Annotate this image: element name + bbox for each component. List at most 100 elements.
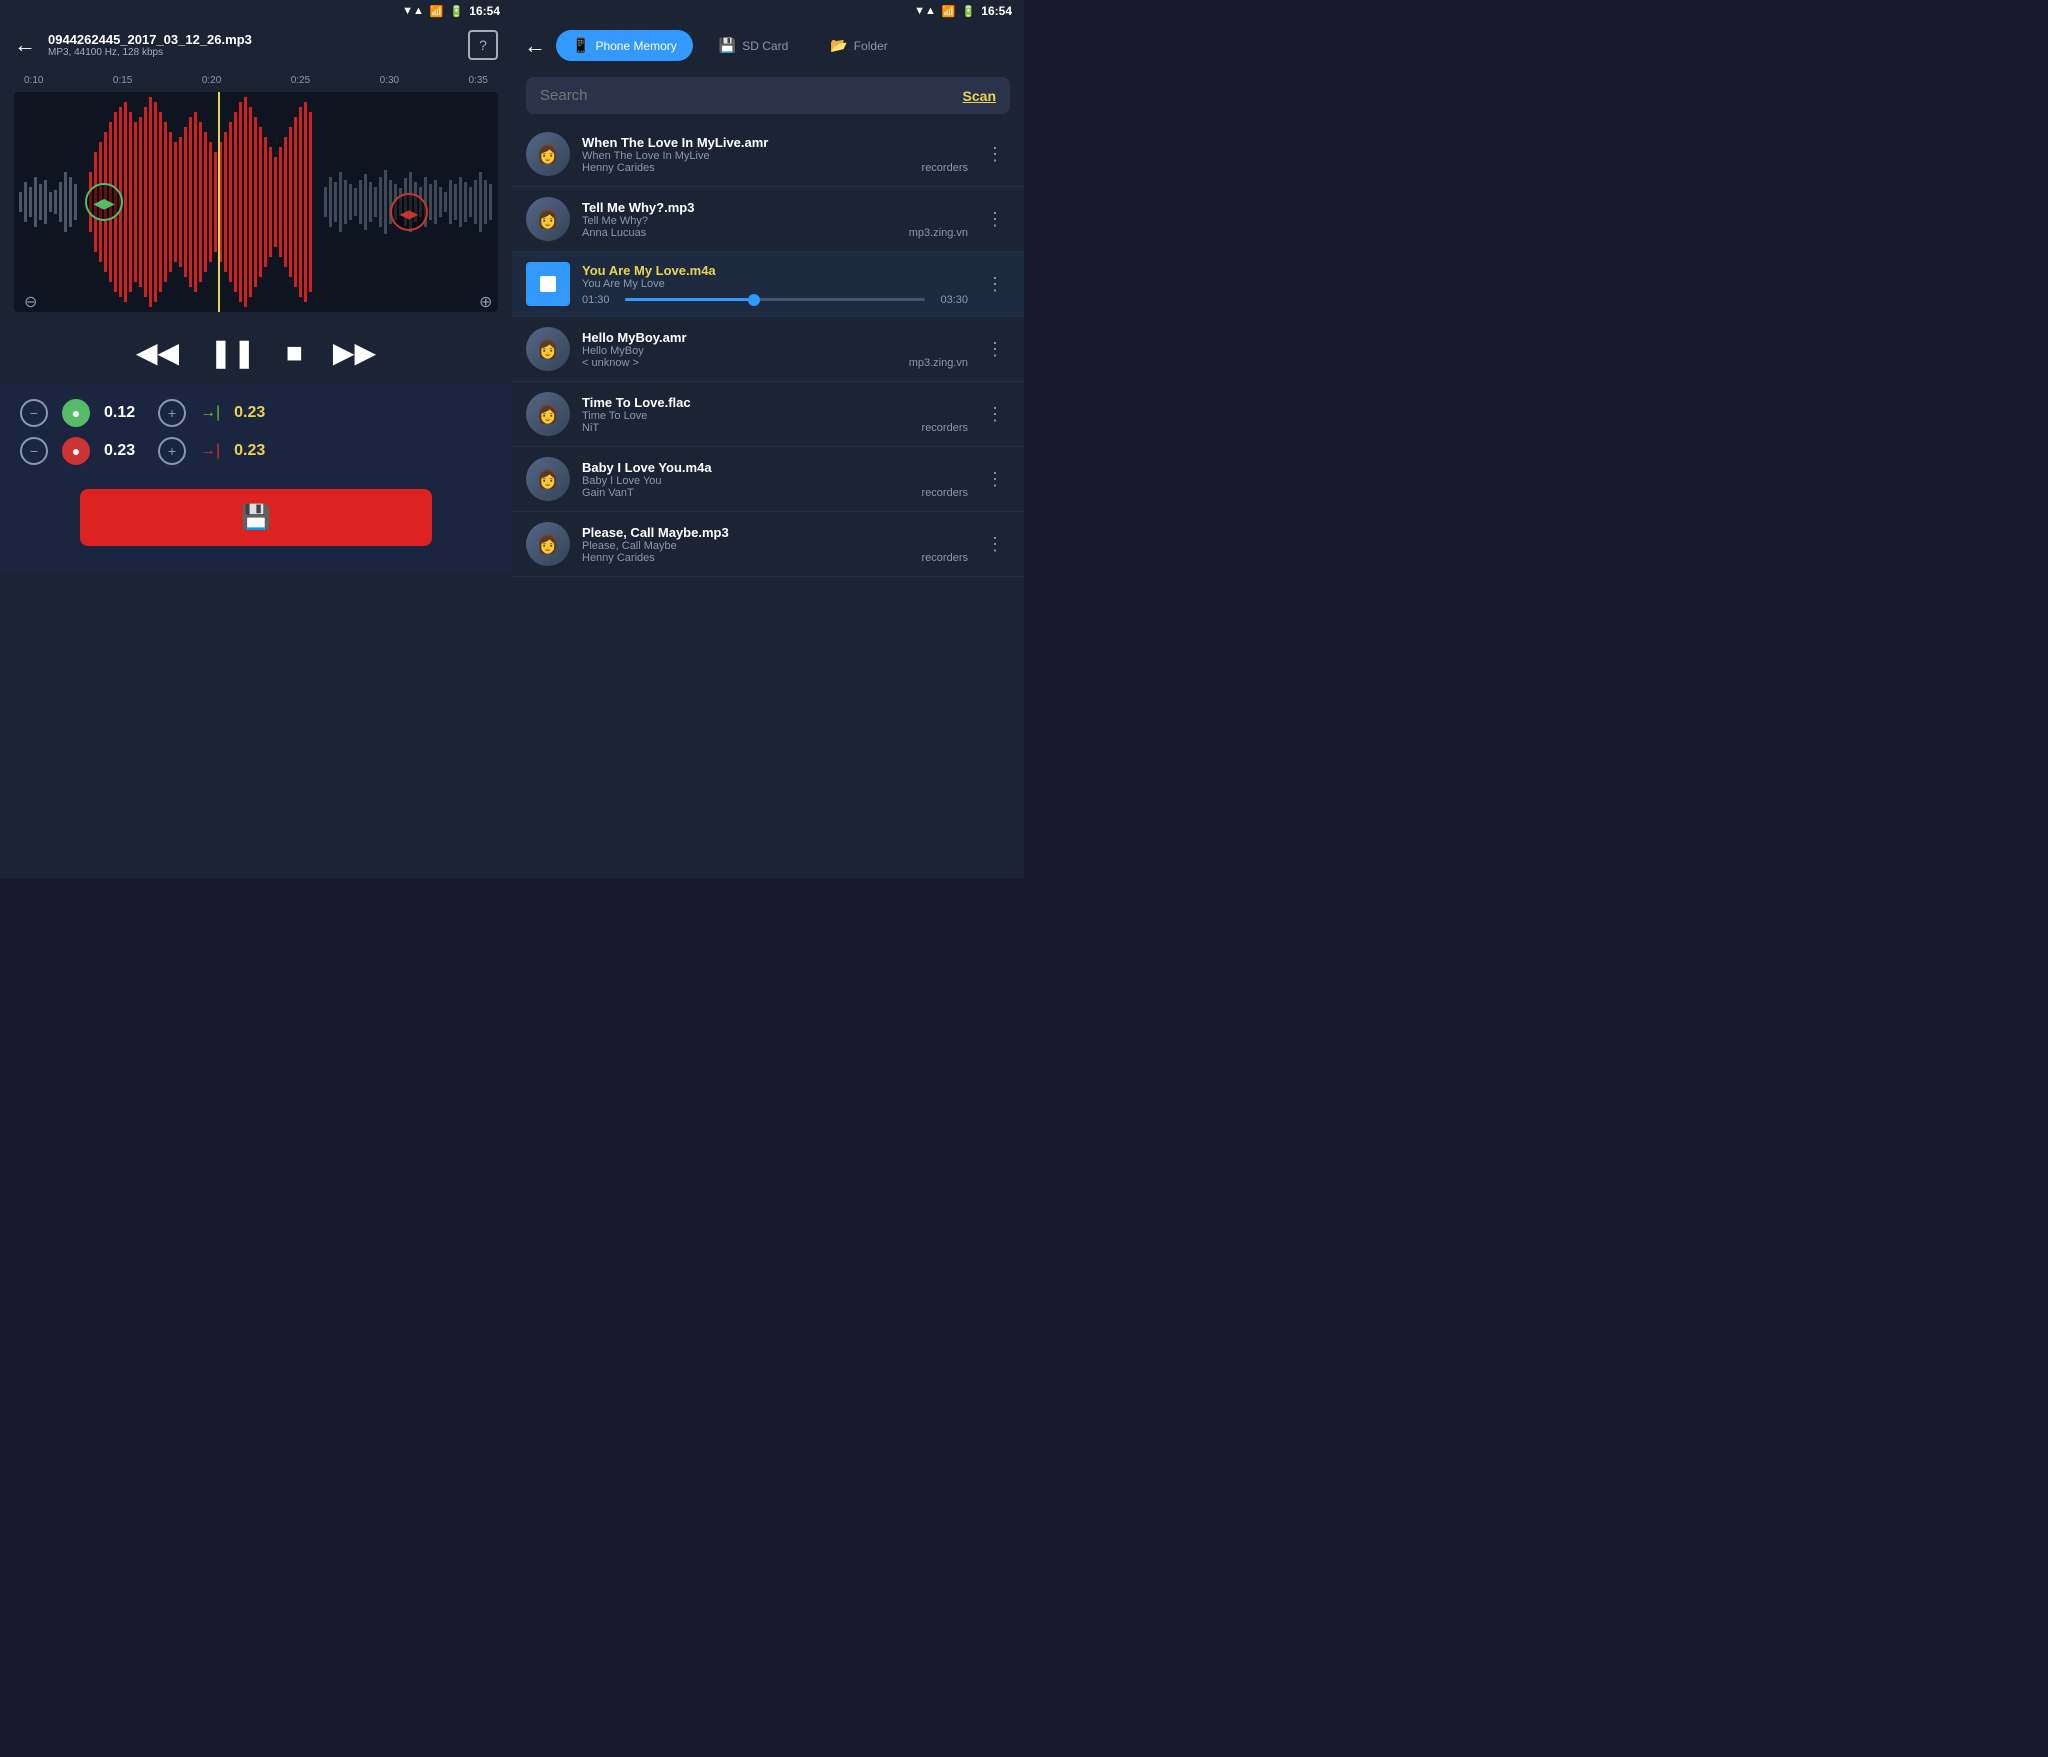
song-details: You Are My Love.m4a You Are My Love 01:3…	[582, 263, 968, 306]
phone-icon: 📱	[572, 37, 589, 54]
minus-btn-1[interactable]: −	[20, 399, 48, 427]
more-button[interactable]: ⋮	[980, 400, 1010, 429]
more-button[interactable]: ⋮	[980, 465, 1010, 494]
stop-icon	[540, 276, 556, 292]
more-button[interactable]: ⋮	[980, 530, 1010, 559]
arrow-to-marker-2[interactable]: →|	[200, 442, 220, 460]
avatar: 👩	[526, 327, 570, 371]
more-button[interactable]: ⋮	[980, 205, 1010, 234]
file-meta: MP3, 44100 Hz, 128 kbps	[48, 47, 456, 58]
song-artist: < unknow >	[582, 357, 639, 369]
list-item[interactable]: 👩 Tell Me Why?.mp3 Tell Me Why? Anna Luc…	[512, 187, 1024, 252]
song-meta-row: Henny Carides recorders	[582, 552, 968, 564]
forward-button[interactable]: ▶▶	[333, 336, 376, 369]
tab-folder-label: Folder	[854, 39, 888, 53]
avatar: 👩	[526, 197, 570, 241]
song-artist: Gain VanT	[582, 487, 634, 499]
progress-row: 01:30 03:30	[582, 294, 968, 306]
plus-btn-1[interactable]: +	[158, 399, 186, 427]
ruler-mark-2: 0:15	[113, 75, 132, 86]
song-subtitle: When The Love In MyLive	[582, 150, 968, 162]
status-bar-right: ▼▲ 📶 🔋 16:54	[512, 0, 1024, 22]
pause-button[interactable]: ❚❚	[209, 336, 256, 369]
edit-value-2: 0.23	[104, 442, 144, 460]
minus-btn-2[interactable]: −	[20, 437, 48, 465]
transport-controls: ◀◀ ❚❚ ■ ▶▶	[0, 320, 512, 385]
waveform-container[interactable]: ◀▶	[14, 92, 498, 312]
list-item[interactable]: 👩 Please, Call Maybe.mp3 Please, Call Ma…	[512, 512, 1024, 577]
song-details: Hello MyBoy.amr Hello MyBoy < unknow > m…	[582, 330, 968, 369]
list-item[interactable]: 👩 When The Love In MyLive.amr When The L…	[512, 122, 1024, 187]
save-icon: 💾	[241, 503, 271, 532]
song-details: Please, Call Maybe.mp3 Please, Call Mayb…	[582, 525, 968, 564]
save-button[interactable]: 💾	[80, 489, 432, 546]
song-source: recorders	[922, 162, 968, 174]
svg-text:⊖: ⊖	[24, 294, 37, 311]
song-details: When The Love In MyLive.amr When The Lov…	[582, 135, 968, 174]
search-input[interactable]	[540, 87, 955, 104]
song-meta-row: Henny Carides recorders	[582, 162, 968, 174]
ruler-mark-4: 0:25	[291, 75, 310, 86]
marker-green-btn[interactable]: ●	[62, 399, 90, 427]
more-button[interactable]: ⋮	[980, 140, 1010, 169]
edit-row-2: − ● 0.23 + →| 0.23	[20, 437, 492, 465]
scan-button[interactable]: Scan	[963, 88, 996, 104]
tab-sd-card[interactable]: 💾 SD Card	[703, 30, 804, 61]
avatar: 👩	[526, 392, 570, 436]
song-meta-row: < unknow > mp3.zing.vn	[582, 357, 968, 369]
song-source: mp3.zing.vn	[909, 227, 968, 239]
song-meta-row: NiT recorders	[582, 422, 968, 434]
header-left: ← 0944262445_2017_03_12_26.mp3 MP3, 4410…	[0, 22, 512, 68]
ruler-mark-3: 0:20	[202, 75, 221, 86]
song-subtitle: Hello MyBoy	[582, 345, 968, 357]
tab-sd-label: SD Card	[742, 39, 788, 53]
list-item[interactable]: 👩 Time To Love.flac Time To Love NiT rec…	[512, 382, 1024, 447]
avatar: 👩	[526, 522, 570, 566]
plus-btn-2[interactable]: +	[158, 437, 186, 465]
folder-icon: 📂	[830, 37, 847, 54]
list-item[interactable]: 👩 Hello MyBoy.amr Hello MyBoy < unknow >…	[512, 317, 1024, 382]
ruler-mark-6: 0:35	[469, 75, 488, 86]
tab-folder[interactable]: 📂 Folder	[814, 30, 903, 61]
progress-bar[interactable]	[625, 298, 925, 301]
file-icon-button[interactable]: ?	[468, 30, 498, 60]
back-button-left[interactable]: ←	[14, 32, 36, 58]
song-details: Time To Love.flac Time To Love NiT recor…	[582, 395, 968, 434]
status-time-left: 16:54	[469, 4, 500, 18]
ruler-mark-1: 0:10	[24, 75, 43, 86]
rewind-button[interactable]: ◀◀	[136, 336, 179, 369]
status-time-right: 16:54	[981, 4, 1012, 18]
signal-icon-right: ▼▲	[914, 5, 936, 17]
song-subtitle: You Are My Love	[582, 278, 968, 290]
tab-phone-memory[interactable]: 📱 Phone Memory	[556, 30, 693, 61]
arrow-to-marker-1[interactable]: →|	[200, 404, 220, 422]
list-item[interactable]: 👩 Baby I Love You.m4a Baby I Love You Ga…	[512, 447, 1024, 512]
song-title: When The Love In MyLive.amr	[582, 135, 968, 150]
song-title: Please, Call Maybe.mp3	[582, 525, 968, 540]
ruler-mark-5: 0:30	[380, 75, 399, 86]
progress-total: 03:30	[933, 294, 968, 306]
ruler-marks: 0:10 0:15 0:20 0:25 0:30 0:35	[14, 75, 498, 86]
marker-red-btn[interactable]: ●	[62, 437, 90, 465]
more-button[interactable]: ⋮	[980, 335, 1010, 364]
more-button[interactable]: ⋮	[980, 270, 1010, 299]
song-source: mp3.zing.vn	[909, 357, 968, 369]
progress-fill	[625, 298, 754, 301]
list-item[interactable]: You Are My Love.m4a You Are My Love 01:3…	[512, 252, 1024, 317]
wifi-icon-right: 📶	[942, 5, 956, 18]
signal-icon: ▼▲	[402, 5, 424, 17]
song-details: Baby I Love You.m4a Baby I Love You Gain…	[582, 460, 968, 499]
song-list: 👩 When The Love In MyLive.amr When The L…	[512, 122, 1024, 878]
battery-icon-right: 🔋	[962, 5, 976, 18]
right-panel: ▼▲ 📶 🔋 16:54 ← 📱 Phone Memory 💾 SD Card …	[512, 0, 1024, 878]
edit-controls: − ● 0.12 + →| 0.23 − ● 0.23 + →|	[0, 385, 512, 574]
stop-button[interactable]: ■	[286, 337, 303, 369]
song-subtitle: Tell Me Why?	[582, 215, 968, 227]
wifi-icon: 📶	[430, 5, 444, 18]
battery-icon: 🔋	[450, 5, 464, 18]
song-artist: Henny Carides	[582, 162, 655, 174]
progress-thumb	[748, 294, 760, 306]
back-button-right[interactable]: ←	[524, 33, 546, 59]
song-title: Hello MyBoy.amr	[582, 330, 968, 345]
svg-text:◀▶: ◀▶	[400, 207, 419, 221]
